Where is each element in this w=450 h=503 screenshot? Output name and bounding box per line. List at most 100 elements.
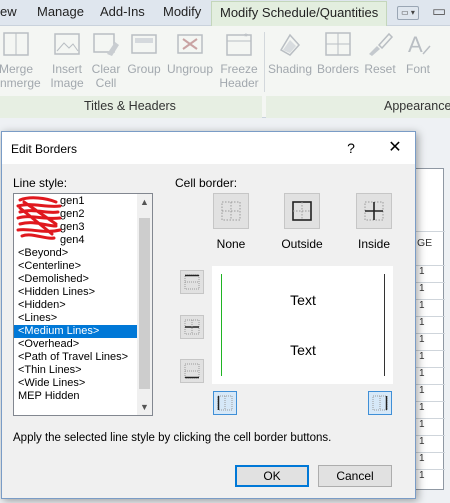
ribbon-tab-bar: ew Manage Add-Ins Modify Modify Schedule…: [0, 0, 450, 26]
list-scrollbar[interactable]: ▲ ▼: [137, 194, 152, 415]
borders-label: Borders: [316, 62, 360, 76]
line-style-item[interactable]: <Demolished>: [14, 273, 138, 286]
inside-label: Inside: [357, 237, 391, 251]
line-style-item[interactable]: MEP Hidden: [14, 390, 138, 403]
border-none-button[interactable]: [213, 193, 249, 229]
preview-text-top: Text: [290, 292, 316, 308]
group-button[interactable]: Group: [124, 28, 164, 76]
dialog-title: Edit Borders: [11, 142, 78, 156]
line-style-item[interactable]: <Wide Lines>: [14, 377, 138, 390]
line-style-item[interactable]: gen2: [14, 208, 138, 221]
border-bottom-button[interactable]: [180, 359, 204, 383]
tab-modify-schedule[interactable]: Modify Schedule/Quantities: [211, 1, 388, 26]
clear-cell-label-2: Cell: [95, 76, 117, 90]
shading-label: Shading: [267, 62, 313, 76]
line-style-item[interactable]: <Hidden Lines>: [14, 286, 138, 299]
preview-right-border: [384, 274, 385, 376]
close-icon[interactable]: ✕: [385, 138, 405, 158]
quick-access-dropdown[interactable]: ▭ ▾: [397, 6, 419, 20]
unmerge-label: Unmerge: [0, 76, 41, 90]
border-top-icon: [184, 274, 200, 290]
shading-button[interactable]: Shading: [266, 28, 314, 76]
line-style-item[interactable]: <Hidden>: [14, 299, 138, 312]
line-style-item[interactable]: <Centerline>: [14, 260, 138, 273]
group-label-titles-headers: Titles & Headers: [84, 99, 176, 113]
line-style-label: Line style:: [13, 176, 68, 190]
outside-label: Outside: [281, 237, 323, 251]
borders-button[interactable]: Borders: [314, 28, 362, 76]
paintbrush-icon: [365, 30, 395, 58]
group-label-appearance: Appearance: [384, 99, 450, 113]
line-style-item[interactable]: gen1: [14, 195, 138, 208]
tab-add-ins[interactable]: Add-Ins: [100, 4, 145, 19]
line-style-list[interactable]: gen1 gen2 gen3 gen4 <Beyond> <Centerline> <Dem…: [13, 193, 153, 416]
scroll-down-icon[interactable]: ▼: [137, 399, 152, 415]
clear-cell-button[interactable]: Clear Cell: [88, 28, 124, 90]
edit-borders-dialog: Edit Borders ? ✕ Line style: gen1 gen2 gen…: [1, 131, 416, 499]
dialog-titlebar: Edit Borders ? ✕: [2, 132, 415, 164]
ungroup-icon: [175, 30, 205, 58]
instruction-text: Apply the selected line style by clickin…: [13, 432, 332, 444]
group-icon: [129, 30, 159, 58]
cell-border-label: Cell border:: [175, 176, 238, 190]
border-right-icon: [372, 395, 388, 411]
tab-manage[interactable]: Manage: [37, 4, 84, 19]
border-preview[interactable]: Text Text: [212, 266, 393, 384]
preview-text-bottom: Text: [290, 342, 316, 358]
freeze-header-label-1: Freeze: [220, 62, 258, 76]
border-inside-icon: [364, 201, 384, 221]
merge-unmerge-button[interactable]: Merge Unmerge: [0, 28, 44, 90]
insert-image-button[interactable]: Insert Image: [46, 28, 88, 90]
line-style-item[interactable]: <Path of Travel Lines>: [14, 351, 138, 364]
line-style-item[interactable]: <Medium Lines>: [14, 325, 138, 338]
tab-view[interactable]: ew: [0, 4, 17, 19]
font-label: Font: [405, 62, 430, 76]
border-outside-icon: [292, 201, 312, 221]
border-horizontal-button[interactable]: [180, 315, 204, 339]
font-button[interactable]: A Font: [400, 28, 436, 76]
font-icon: A: [403, 30, 433, 58]
freeze-header-button[interactable]: * Freeze Header: [216, 28, 262, 90]
merge-icon: [1, 30, 31, 58]
ok-button[interactable]: OK: [235, 465, 309, 487]
clear-cell-icon: [91, 30, 121, 58]
scroll-thumb[interactable]: [139, 218, 150, 389]
border-left-button[interactable]: [213, 391, 237, 415]
line-style-item[interactable]: <Lines>: [14, 312, 138, 325]
line-style-items: gen1 gen2 gen3 gen4 <Beyond> <Centerline> <Dem…: [14, 195, 138, 403]
minimize-ribbon-icon[interactable]: ▭: [432, 2, 446, 20]
insert-image-icon: [52, 30, 82, 58]
svg-text:*: *: [244, 32, 248, 43]
reset-label: Reset: [364, 62, 396, 76]
line-style-item[interactable]: <Overhead>: [14, 338, 138, 351]
merge-label: Merge: [0, 62, 33, 76]
ribbon-separator: [264, 32, 265, 92]
insert-image-label-1: Insert: [51, 62, 82, 76]
scroll-up-icon[interactable]: ▲: [137, 194, 152, 210]
line-style-item[interactable]: gen3: [14, 221, 138, 234]
line-style-item[interactable]: gen4: [14, 234, 138, 247]
insert-image-label-2: Image: [50, 76, 84, 90]
ungroup-button[interactable]: Ungroup: [164, 28, 216, 76]
cancel-button[interactable]: Cancel: [318, 465, 392, 487]
border-horizontal-icon: [184, 319, 200, 335]
line-style-item[interactable]: <Beyond>: [14, 247, 138, 260]
border-inside-button[interactable]: [356, 193, 392, 229]
border-right-button[interactable]: [368, 391, 392, 415]
border-outside-button[interactable]: [284, 193, 320, 229]
freeze-header-icon: *: [224, 30, 254, 58]
borders-icon: [323, 30, 353, 58]
border-left-icon: [217, 395, 233, 411]
ribbon-panel: Merge Unmerge Insert Image Clear Cell Gr…: [0, 26, 450, 118]
ungroup-label: Ungroup: [166, 62, 214, 76]
dialog-footer: OK Cancel: [2, 454, 415, 498]
none-label: None: [216, 237, 246, 251]
border-bottom-icon: [184, 363, 200, 379]
border-top-button[interactable]: [180, 270, 204, 294]
tab-modify[interactable]: Modify: [163, 4, 201, 19]
svg-text:A: A: [408, 32, 423, 57]
line-style-item[interactable]: <Thin Lines>: [14, 364, 138, 377]
clear-cell-label-1: Clear: [91, 62, 121, 76]
help-button[interactable]: ?: [342, 139, 360, 157]
reset-button[interactable]: Reset: [362, 28, 398, 76]
